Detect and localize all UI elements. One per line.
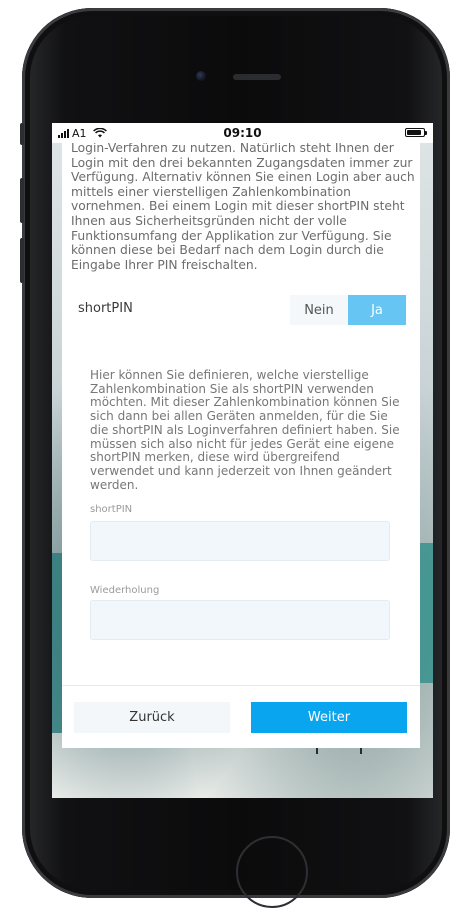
mute-switch xyxy=(20,123,24,145)
repeat-field-label: Wiederholung xyxy=(90,585,160,596)
front-camera xyxy=(196,71,206,81)
shortpin-input[interactable] xyxy=(91,522,389,560)
shortpin-toggle[interactable]: Nein Ja xyxy=(290,295,406,325)
phone-screen: A1 09:10 Login-Verfahren zu nutzen. Natü… xyxy=(52,123,433,798)
shortpin-toggle-label: shortPIN xyxy=(78,301,133,316)
volume-down-button xyxy=(20,238,24,283)
shortpin-info-text: Hier können Sie definieren, welche viers… xyxy=(90,368,400,492)
shortpin-field-label: shortPIN xyxy=(90,504,133,515)
clock: 09:10 xyxy=(223,126,262,140)
toggle-option-nein[interactable]: Nein xyxy=(290,295,348,325)
back-button[interactable]: Zurück xyxy=(74,702,230,733)
intro-text: Login-Verfahren zu nutzen. Natürlich ste… xyxy=(71,143,415,272)
status-bar: A1 09:10 xyxy=(52,123,433,143)
battery-level-fill xyxy=(407,130,421,135)
toggle-option-ja[interactable]: Ja xyxy=(348,295,406,325)
shortpin-toggle-row: shortPIN Nein Ja xyxy=(78,295,406,327)
home-button[interactable] xyxy=(236,836,308,908)
footer-divider xyxy=(62,685,420,686)
volume-up-button xyxy=(20,178,24,223)
repeat-field[interactable] xyxy=(90,600,390,640)
battery-icon xyxy=(405,128,427,137)
earpiece xyxy=(233,74,281,80)
next-button[interactable]: Weiter xyxy=(251,702,407,733)
shortpin-field[interactable] xyxy=(90,521,390,561)
repeat-input[interactable] xyxy=(91,601,389,639)
shortpin-setup-card: Login-Verfahren zu nutzen. Natürlich ste… xyxy=(62,143,420,748)
